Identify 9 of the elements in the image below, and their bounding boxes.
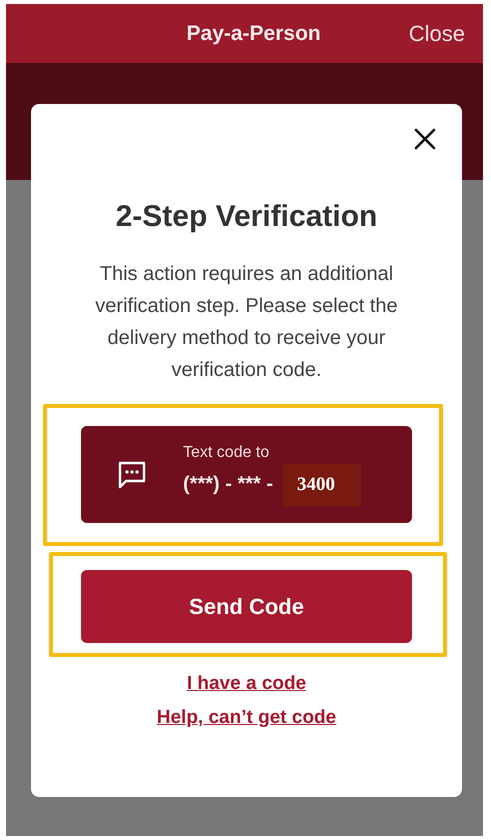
text-link[interactable]: I have a code <box>186 673 306 695</box>
text-code-option[interactable]: Text code to (***) - *** - 3400 <box>81 426 412 523</box>
close-link[interactable]: Close <box>408 20 465 46</box>
text-link[interactable]: Help, can’t get code <box>156 707 336 729</box>
dialog-title: 2-Step Verification <box>114 200 378 234</box>
message-icon <box>117 460 147 490</box>
dialog-message: This action requires an additional verification step. Please select the delivery method to receive your verification code. <box>94 262 399 383</box>
send-code-button[interactable]: Send Code <box>81 570 412 643</box>
header-title: Pay-a-Person <box>186 22 321 46</box>
